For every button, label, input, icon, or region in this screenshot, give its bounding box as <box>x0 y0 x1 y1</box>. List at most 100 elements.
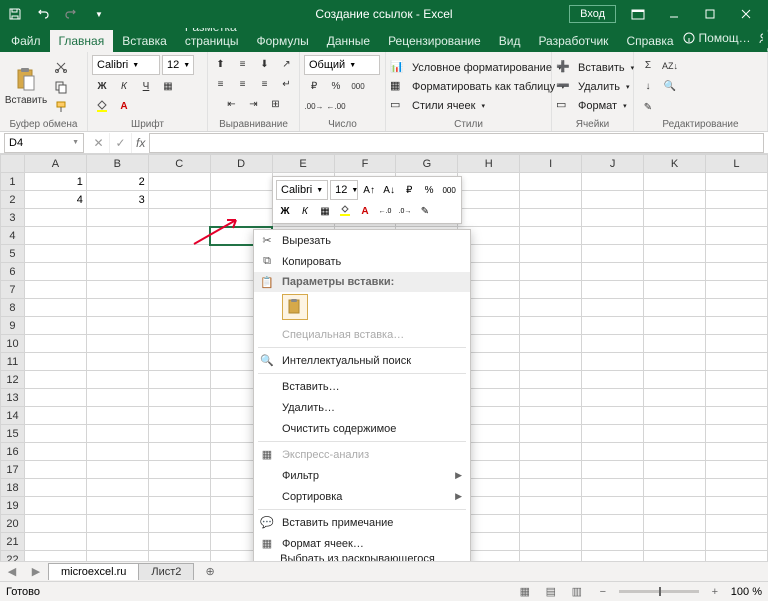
cell-L6[interactable] <box>705 263 767 281</box>
cell-A9[interactable] <box>24 317 86 335</box>
cell-J22[interactable] <box>582 551 644 562</box>
cell-L4[interactable] <box>705 227 767 245</box>
ctx-sort[interactable]: Сортировка▶ <box>254 486 470 507</box>
cell-J14[interactable] <box>582 407 644 425</box>
cell-J1[interactable] <box>582 173 644 191</box>
cell-K3[interactable] <box>644 209 706 227</box>
cell-K1[interactable] <box>644 173 706 191</box>
cell-I19[interactable] <box>520 497 582 515</box>
copy-icon[interactable] <box>51 78 71 96</box>
view-page-layout-icon[interactable]: ▤ <box>541 584 561 600</box>
font-name-select[interactable]: Calibri▼ <box>92 55 160 75</box>
cell-J13[interactable] <box>582 389 644 407</box>
cell-I13[interactable] <box>520 389 582 407</box>
format-painter-icon[interactable] <box>51 98 71 116</box>
cell-A13[interactable] <box>24 389 86 407</box>
fill-color-icon[interactable] <box>92 97 112 115</box>
align-top-icon[interactable]: ⬆ <box>211 55 231 73</box>
cell-L20[interactable] <box>705 515 767 533</box>
cell-A16[interactable] <box>24 443 86 461</box>
cell-B21[interactable] <box>86 533 148 551</box>
mini-comma-icon[interactable]: 000 <box>440 181 458 199</box>
cell-H3[interactable] <box>458 209 520 227</box>
cell-I7[interactable] <box>520 281 582 299</box>
enter-icon[interactable]: ✓ <box>110 133 132 153</box>
tab-view[interactable]: Вид <box>490 30 530 52</box>
ctx-delete[interactable]: Удалить… <box>254 397 470 418</box>
cell-A14[interactable] <box>24 407 86 425</box>
cell-B6[interactable] <box>86 263 148 281</box>
cell-I2[interactable] <box>520 191 582 209</box>
cell-J6[interactable] <box>582 263 644 281</box>
sort-filter-icon[interactable]: AZ↓ <box>660 57 680 75</box>
cell-C4[interactable] <box>148 227 210 245</box>
cell-C17[interactable] <box>148 461 210 479</box>
cell-B11[interactable] <box>86 353 148 371</box>
cell-B8[interactable] <box>86 299 148 317</box>
cell-B15[interactable] <box>86 425 148 443</box>
cell-B3[interactable] <box>86 209 148 227</box>
number-format-select[interactable]: Общий▼ <box>304 55 380 75</box>
cell-K11[interactable] <box>644 353 706 371</box>
tab-help[interactable]: Справка <box>617 30 682 52</box>
cell-K19[interactable] <box>644 497 706 515</box>
mini-fill-color-icon[interactable] <box>336 202 354 220</box>
cell-K16[interactable] <box>644 443 706 461</box>
font-size-select[interactable]: 12▼ <box>162 55 194 75</box>
sheet-tab-active[interactable]: microexcel.ru <box>48 563 139 580</box>
qat-dropdown-icon[interactable]: ▼ <box>88 3 110 25</box>
paste-button[interactable]: Вставить <box>4 58 48 116</box>
cell-I4[interactable] <box>520 227 582 245</box>
cell-I21[interactable] <box>520 533 582 551</box>
cell-B1[interactable]: 2 <box>86 173 148 191</box>
cell-H2[interactable] <box>458 191 520 209</box>
mini-percent-icon[interactable]: % <box>420 181 438 199</box>
zoom-slider[interactable] <box>619 590 699 593</box>
ctx-copy[interactable]: ⧉Копировать <box>254 251 470 272</box>
comma-icon[interactable]: 000 <box>348 77 368 95</box>
merge-icon[interactable]: ⊞ <box>266 95 286 113</box>
cell-C2[interactable] <box>148 191 210 209</box>
mini-decrease-font-icon[interactable]: A↓ <box>380 181 398 199</box>
increase-indent-icon[interactable]: ⇥ <box>244 95 264 113</box>
cell-J17[interactable] <box>582 461 644 479</box>
cell-L15[interactable] <box>705 425 767 443</box>
decrease-decimal-icon[interactable]: ←.00 <box>326 97 346 115</box>
cell-L18[interactable] <box>705 479 767 497</box>
cell-L1[interactable] <box>705 173 767 191</box>
cell-I8[interactable] <box>520 299 582 317</box>
cell-A18[interactable] <box>24 479 86 497</box>
cell-C19[interactable] <box>148 497 210 515</box>
sheet-nav-next[interactable]: ▶ <box>24 565 48 578</box>
cell-L5[interactable] <box>705 245 767 263</box>
cell-A12[interactable] <box>24 371 86 389</box>
fx-icon[interactable]: fx <box>132 136 149 150</box>
cell-I17[interactable] <box>520 461 582 479</box>
zoom-in-icon[interactable]: + <box>705 584 725 600</box>
cell-C16[interactable] <box>148 443 210 461</box>
ribbon-display-icon[interactable] <box>620 0 656 28</box>
percent-icon[interactable]: % <box>326 77 346 95</box>
cell-B17[interactable] <box>86 461 148 479</box>
save-icon[interactable] <box>4 3 26 25</box>
delete-cells[interactable]: ➖Удалить▾ <box>556 79 634 95</box>
cell-A17[interactable] <box>24 461 86 479</box>
maximize-icon[interactable] <box>692 0 728 28</box>
cell-J19[interactable] <box>582 497 644 515</box>
cell-L14[interactable] <box>705 407 767 425</box>
cell-L21[interactable] <box>705 533 767 551</box>
cell-K12[interactable] <box>644 371 706 389</box>
align-center-icon[interactable]: ≡ <box>233 75 253 93</box>
cell-C5[interactable] <box>148 245 210 263</box>
cell-J7[interactable] <box>582 281 644 299</box>
align-left-icon[interactable]: ≡ <box>211 75 231 93</box>
cell-C1[interactable] <box>148 173 210 191</box>
cell-J4[interactable] <box>582 227 644 245</box>
tab-file[interactable]: Файл <box>2 30 50 52</box>
cell-K6[interactable] <box>644 263 706 281</box>
cell-C12[interactable] <box>148 371 210 389</box>
cell-L22[interactable] <box>705 551 767 562</box>
sheet-nav-prev[interactable]: ◀ <box>0 565 24 578</box>
cell-I16[interactable] <box>520 443 582 461</box>
decrease-indent-icon[interactable]: ⇤ <box>222 95 242 113</box>
